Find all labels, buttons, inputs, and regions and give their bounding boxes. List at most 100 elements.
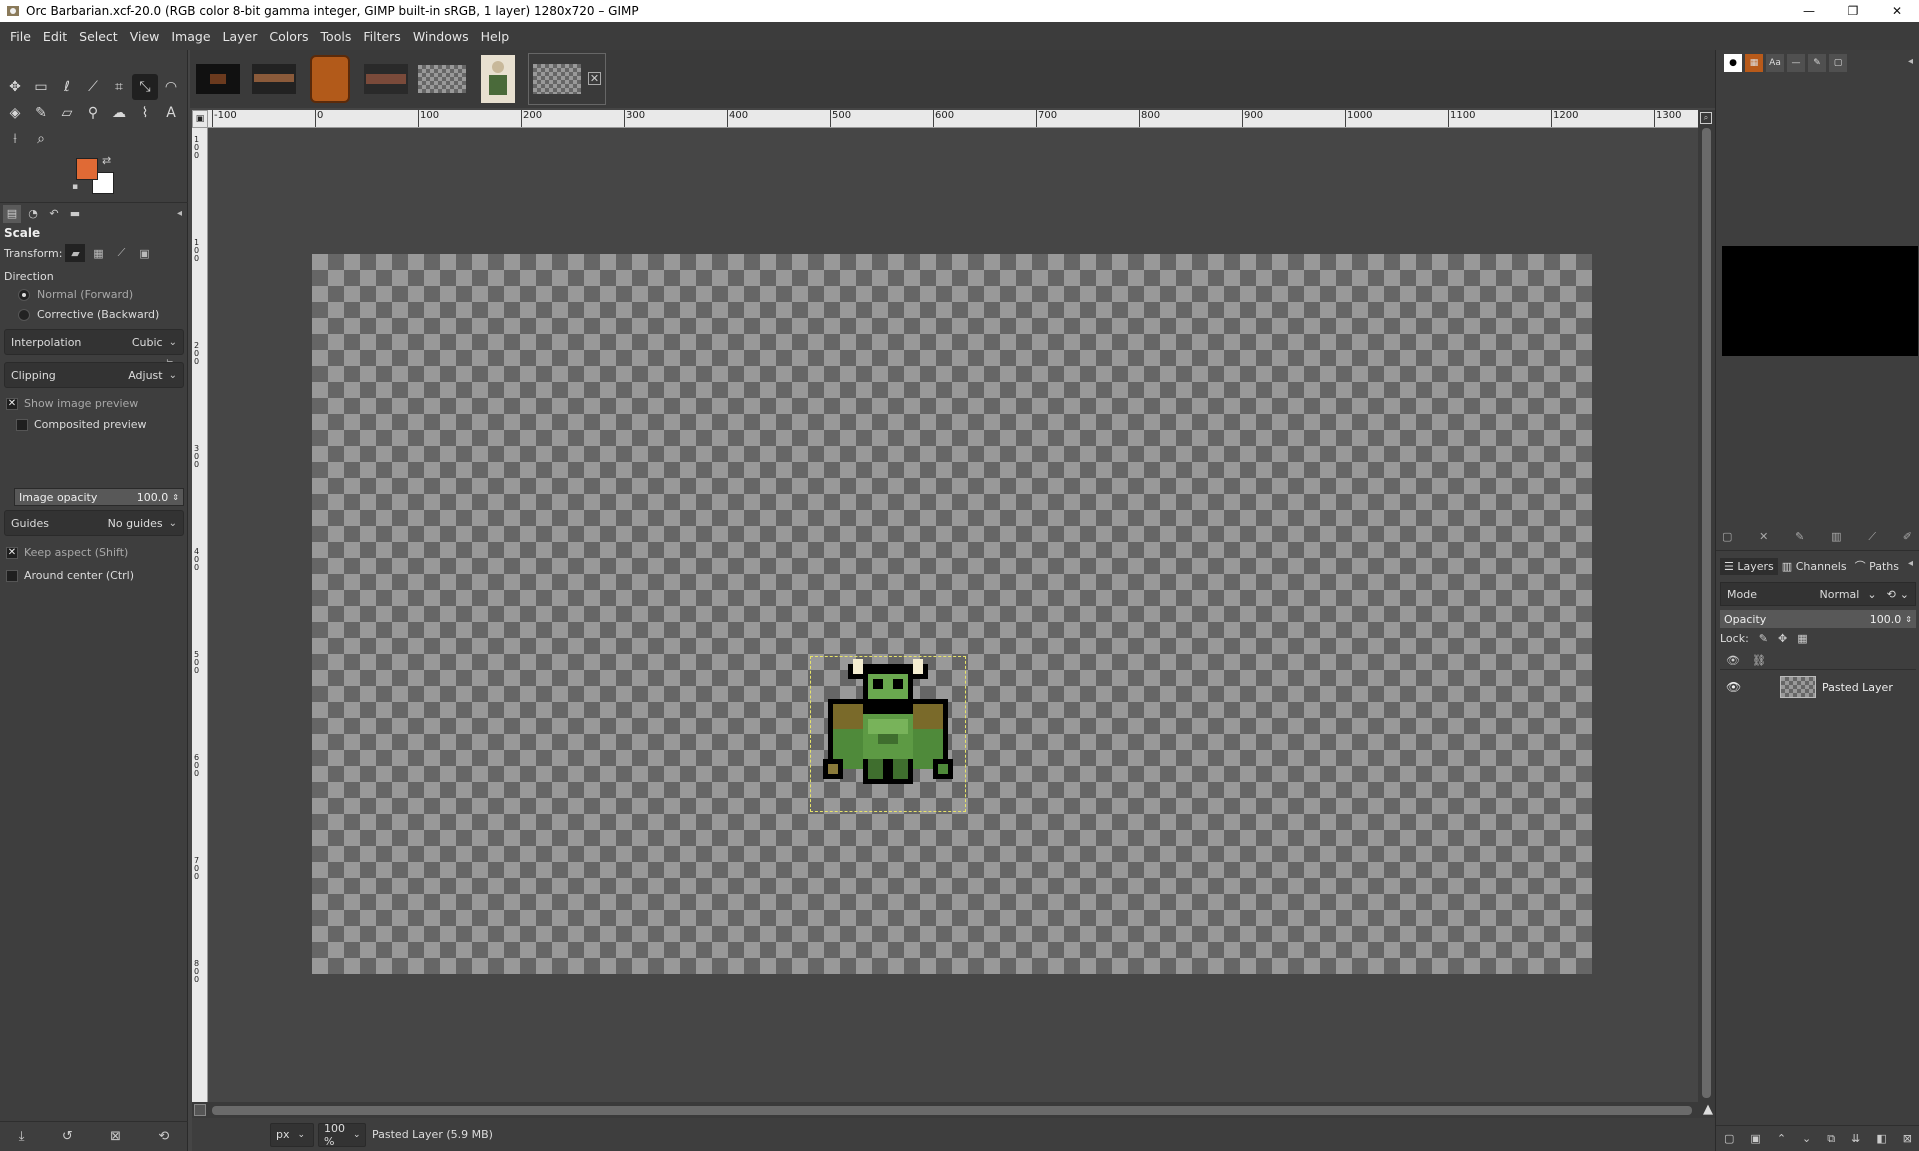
image-tab-2[interactable] (248, 53, 300, 105)
templates-tab-icon[interactable]: ▢ (1829, 54, 1847, 72)
duplicate-brush-icon[interactable]: ▥ (1831, 530, 1841, 544)
new-layer-group-icon[interactable]: ▣ (1750, 1132, 1760, 1145)
layer-mask-icon[interactable]: ◧ (1876, 1132, 1886, 1145)
transform-layer-icon[interactable]: ▰ (65, 244, 86, 262)
lock-position-icon[interactable]: ✥ (1778, 632, 1787, 645)
save-options-icon[interactable]: ⤓ (19, 1129, 25, 1144)
new-brush-icon[interactable]: ▢ (1722, 530, 1732, 544)
document-history-tab-icon[interactable]: — (1787, 54, 1805, 72)
tab-channels[interactable]: ▥ Channels (1778, 558, 1851, 575)
foreground-color-swatch[interactable] (76, 158, 98, 180)
keep-aspect-checkbox[interactable]: ✕ Keep aspect (Shift) (6, 546, 128, 559)
guides-combo[interactable]: Guides No guides ⌄ (4, 510, 184, 536)
reset-options-icon[interactable]: ⟲ (158, 1129, 169, 1144)
transform-selection-icon[interactable]: ▦ (88, 244, 108, 262)
bucket-fill-tool-icon[interactable]: ◈ (2, 100, 28, 126)
free-select-tool-icon[interactable]: ℓ (54, 74, 80, 100)
new-layer-icon[interactable]: ▢ (1724, 1132, 1734, 1145)
image-canvas[interactable] (312, 254, 1592, 974)
zoom-select[interactable]: 100 % ⌄ (318, 1122, 366, 1148)
tab-layers[interactable]: ☰ Layers (1720, 557, 1778, 575)
images-tab-icon[interactable]: ▬ (66, 205, 84, 223)
menu-tools[interactable]: Tools (315, 29, 358, 44)
tool-options-tab-icon[interactable]: ▤ (3, 204, 21, 223)
default-colors-icon[interactable]: ▪ (72, 182, 78, 192)
raise-layer-icon[interactable]: ⌃ (1777, 1132, 1786, 1145)
canvas-area[interactable] (208, 128, 1698, 1102)
swap-colors-icon[interactable]: ⇄ (102, 154, 111, 167)
crop-tool-icon[interactable]: ⌗ (106, 74, 132, 100)
zoom-image-icon[interactable]: ⌕ (1700, 112, 1712, 124)
menu-colors[interactable]: Colors (263, 29, 314, 44)
eraser-tool-icon[interactable]: ▱ (54, 100, 80, 126)
image-tab-4[interactable] (360, 53, 412, 105)
show-image-preview-checkbox[interactable]: ✕ Show image preview (6, 397, 138, 410)
rect-select-tool-icon[interactable]: ▭ (28, 74, 54, 100)
eye-icon[interactable]: 👁 (1726, 680, 1746, 694)
text-tool-icon[interactable]: A (158, 100, 184, 126)
transform-path-icon[interactable]: ⟋ (111, 244, 131, 262)
menu-view[interactable]: View (124, 29, 166, 44)
menu-image[interactable]: Image (165, 29, 216, 44)
duplicate-layer-icon[interactable]: ⧉ (1827, 1132, 1835, 1146)
image-tab-1[interactable] (192, 53, 244, 105)
menu-file[interactable]: File (4, 29, 37, 44)
merge-down-icon[interactable]: ⇊ (1851, 1132, 1860, 1145)
menu-select[interactable]: Select (73, 29, 124, 44)
configure-dock-icon[interactable]: ◂ (1908, 56, 1913, 67)
tab-paths[interactable]: ⌒ Paths (1851, 556, 1903, 576)
configure-tab-icon[interactable]: ◂ (177, 208, 182, 219)
delete-layer-icon[interactable]: ⊠ (1903, 1132, 1912, 1145)
horizontal-scrollbar[interactable]: ▲ (192, 1102, 1715, 1118)
lock-pixels-icon[interactable]: ✎ (1759, 632, 1768, 645)
menu-edit[interactable]: Edit (37, 29, 73, 44)
undo-history-tab-icon[interactable]: ↶ (45, 205, 63, 223)
paint-dynamics-tab-icon[interactable]: ✎ (1808, 54, 1826, 72)
menu-help[interactable]: Help (475, 29, 516, 44)
paths-tool-icon[interactable]: ⌇ (132, 100, 158, 126)
brushes-tab-icon[interactable]: ● (1724, 54, 1742, 72)
patterns-tab-icon[interactable]: ▦ (1745, 54, 1763, 72)
fuzzy-select-tool-icon[interactable]: ⟋ (80, 74, 106, 100)
image-tab-5[interactable] (416, 53, 468, 105)
layer-mode-select[interactable]: Mode Normal ⌄ ⟲ ⌄ (1720, 582, 1916, 606)
image-tab-6[interactable] (472, 53, 524, 105)
image-tab-active[interactable]: ✕ (528, 53, 606, 105)
clipping-combo[interactable]: Clipping Adjust ⌄ (4, 362, 184, 388)
vertical-scrollbar[interactable]: ⌕ (1698, 110, 1715, 1102)
paintbrush-tool-icon[interactable]: ✎ (28, 100, 54, 126)
fonts-tab-icon[interactable]: Aa (1766, 54, 1784, 72)
composited-preview-checkbox[interactable]: Composited preview (16, 418, 147, 431)
close-button[interactable]: ✕ (1875, 0, 1919, 22)
color-picker-tool-icon[interactable]: ⟊ (2, 126, 28, 152)
spinner-arrows-icon[interactable]: ⇕ (1905, 615, 1912, 624)
edit-brush-icon[interactable]: ✎ (1795, 530, 1804, 544)
warp-tool-icon[interactable]: ◠ (158, 74, 184, 100)
pasted-layer-boundary[interactable] (810, 656, 966, 812)
image-opacity-spinner[interactable]: Image opacity 100.0 ⇕ (14, 488, 184, 506)
delete-brush-icon[interactable]: ✕ (1759, 530, 1768, 544)
direction-corrective-radio[interactable]: Corrective (Backward) (18, 308, 159, 321)
configure-layers-dock-icon[interactable]: ◂ (1908, 558, 1913, 569)
layer-opacity-spinner[interactable]: Opacity 100.0 ⇕ (1720, 610, 1916, 628)
panel-separator[interactable] (1716, 550, 1919, 554)
quick-mask-corner-icon[interactable]: ▣ (192, 110, 208, 128)
mode-reset-icon[interactable]: ⟲ (1887, 588, 1896, 601)
transform-image-icon[interactable]: ▣ (134, 244, 154, 262)
smudge-tool-icon[interactable]: ☁ (106, 100, 132, 126)
around-center-checkbox[interactable]: Around center (Ctrl) (6, 569, 134, 582)
direction-normal-radio[interactable]: Normal (Forward) (18, 288, 133, 301)
zoom-tool-icon[interactable]: ⌕ (28, 126, 54, 152)
maximize-button[interactable]: ❐ (1831, 0, 1875, 22)
menu-filters[interactable]: Filters (357, 29, 406, 44)
unit-select[interactable]: px ⌄ (270, 1122, 314, 1147)
lower-layer-icon[interactable]: ⌄ (1802, 1132, 1811, 1145)
lock-alpha-icon[interactable]: ▦ (1797, 632, 1807, 645)
spinner-arrows-icon[interactable]: ⇕ (172, 493, 179, 502)
menu-layer[interactable]: Layer (217, 29, 264, 44)
restore-options-icon[interactable]: ↺ (62, 1129, 73, 1144)
quick-mask-toggle-icon[interactable] (194, 1104, 206, 1116)
interpolation-combo[interactable]: Interpolation Cubic ⌄ (4, 329, 184, 355)
minimize-button[interactable]: — (1787, 0, 1831, 22)
vertical-scroll-thumb[interactable] (1702, 128, 1711, 1098)
